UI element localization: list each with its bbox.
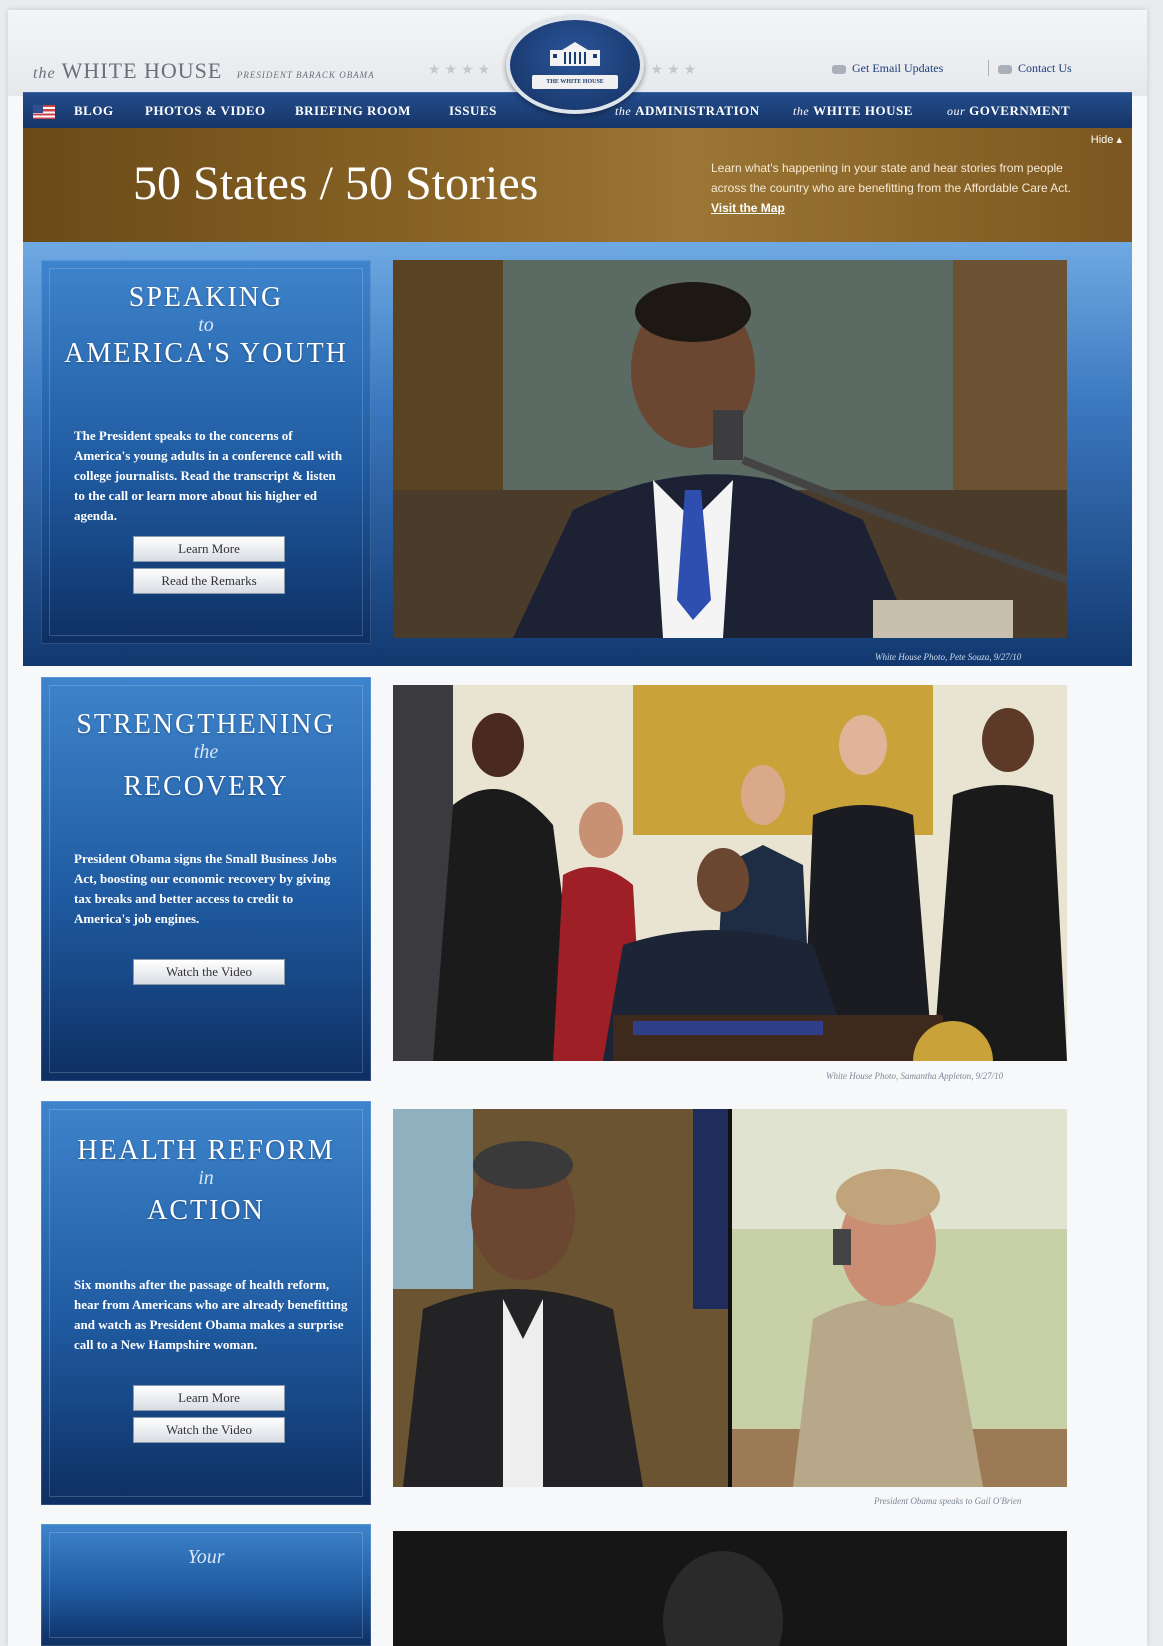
us-flag-icon [33, 105, 55, 119]
nav-briefing-room[interactable]: BRIEFING ROOM [295, 103, 411, 119]
banner-text: Learn what's happening in your state and… [711, 161, 1071, 195]
nav-photos-video[interactable]: PHOTOS & VIDEO [145, 103, 266, 119]
feature-description: Six months after the passage of health r… [74, 1277, 348, 1352]
read-remarks-button[interactable]: Read the Remarks [133, 568, 285, 594]
feature-title-connector: in [198, 1167, 214, 1189]
seal-label: THE WHITE HOUSE [532, 75, 618, 89]
feature-title-bottom: ACTION [147, 1195, 265, 1226]
feature-title-top: SPEAKING [128, 282, 284, 313]
nav-label: ADMINISTRATION [635, 103, 760, 118]
email-icon [832, 64, 846, 74]
nav-label: WHITE HOUSE [813, 103, 913, 118]
banner-description: Learn what's happening in your state and… [711, 158, 1091, 218]
nav-white-house[interactable]: the WHITE HOUSE [793, 103, 913, 119]
feature-description: The President speaks to the concerns of … [74, 428, 343, 523]
contact-icon [998, 64, 1012, 74]
nav-label: GOVERNMENT [969, 103, 1071, 118]
decorative-stars-left: ★★★★ [428, 63, 495, 78]
states-stories-banner: Hide ▴ 50 States / 50 Stories Learn what… [23, 128, 1132, 242]
feature-title-top: STRENGTHENING [76, 709, 336, 740]
contact-link[interactable]: Contact Us [998, 61, 1072, 76]
photo-credit: White House Photo, Pete Souza, 9/27/10 [875, 652, 1022, 662]
brand-subtitle: PRESIDENT BARACK OBAMA [236, 70, 375, 80]
brand-the: the [33, 65, 56, 82]
feature-title-bottom: AMERICA'S YOUTH [64, 338, 348, 369]
photo-credit: President Obama speaks to Gail O'Brien [874, 1496, 1022, 1506]
nav-issues[interactable]: ISSUES [449, 103, 497, 119]
feature-title-top: HEALTH REFORM [77, 1135, 335, 1166]
white-house-seal-logo[interactable]: THE WHITE HOUSE [506, 16, 644, 114]
divider [988, 60, 989, 76]
feature-panel-youth: SPEAKING to AMERICA'S YOUTH The Presiden… [41, 260, 371, 644]
feature-panel-recovery: STRENGTHENING the RECOVERY President Oba… [41, 677, 371, 1081]
nav-prefix: the [615, 104, 632, 118]
feature-title-bottom: RECOVERY [123, 771, 289, 802]
nav-prefix: the [793, 104, 810, 118]
nav-government[interactable]: our GOVERNMENT [947, 103, 1070, 119]
learn-more-button[interactable]: Learn More [133, 1385, 285, 1411]
banner-title: 50 States / 50 Stories [133, 157, 539, 210]
watch-video-button[interactable]: Watch the Video [133, 1417, 285, 1443]
photo-bill-signing[interactable] [393, 685, 1067, 1061]
photo-partial[interactable] [393, 1531, 1067, 1646]
visit-map-link[interactable]: Visit the Map [711, 201, 785, 215]
nav-prefix: our [947, 104, 966, 118]
feature-description: President Obama signs the Small Business… [74, 851, 337, 926]
contact-label: Contact Us [1018, 61, 1072, 75]
hide-label: Hide [1090, 134, 1114, 146]
feature-title-connector: Your [187, 1546, 225, 1568]
nav-administration[interactable]: the ADMINISTRATION [615, 103, 760, 119]
feature-title-connector: to [198, 314, 214, 336]
hide-banner-button[interactable]: Hide ▴ [1091, 133, 1122, 146]
feature-title-connector: the [193, 741, 219, 763]
feature-panel-partial: Your [41, 1524, 371, 1646]
photo-health-reform-call[interactable] [393, 1109, 1067, 1487]
site-brand[interactable]: the WHITE HOUSE PRESIDENT BARACK OBAMA [33, 58, 375, 84]
photo-illustration [393, 1531, 1067, 1646]
photo-president-phone-call[interactable] [393, 260, 1067, 638]
photo-illustration [393, 1109, 1067, 1487]
white-house-building-icon [550, 42, 600, 66]
watch-video-button[interactable]: Watch the Video [133, 959, 285, 985]
email-updates-link[interactable]: Get Email Updates [832, 61, 943, 76]
learn-more-button[interactable]: Learn More [133, 536, 285, 562]
page: the WHITE HOUSE PRESIDENT BARACK OBAMA ★… [8, 10, 1147, 1646]
photo-illustration [393, 685, 1067, 1061]
feature-panel-health: HEALTH REFORM in ACTION Six months after… [41, 1101, 371, 1505]
brand-name: WHITE HOUSE [61, 58, 223, 83]
email-updates-label: Get Email Updates [852, 61, 944, 75]
photo-illustration [393, 260, 1067, 638]
nav-blog[interactable]: BLOG [74, 103, 114, 119]
photo-credit: White House Photo, Samantha Appleton, 9/… [826, 1071, 1004, 1081]
